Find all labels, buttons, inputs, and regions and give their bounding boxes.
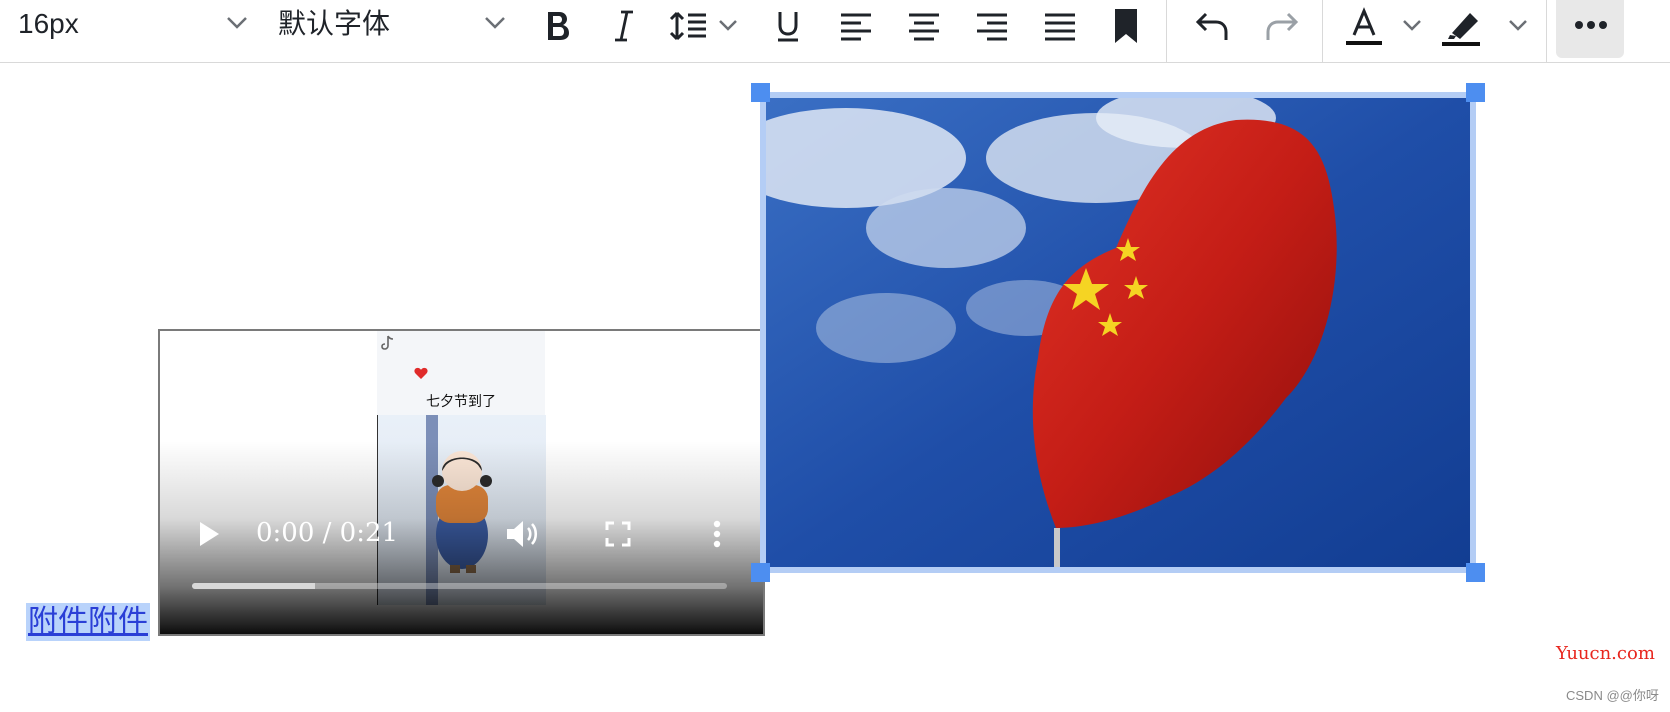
heart-icon [414,367,428,379]
resize-handle-top-left[interactable] [751,83,770,102]
undo-button[interactable] [1186,2,1238,50]
volume-icon[interactable] [505,519,541,549]
video-caption: 七夕节到了 [426,393,496,409]
editor-content[interactable]: 附件附件 七夕节到了 0:00 / 0:21 Yuucn.com CSDN @@… [0,63,1670,712]
video-time: 0:00 / 0:21 [256,518,399,548]
video-controls-gradient [160,441,763,634]
italic-icon [615,10,633,42]
font-size-value: 16px [18,8,79,39]
resize-handle-bottom-left[interactable] [751,563,770,582]
undo-icon [1195,12,1228,40]
italic-button[interactable] [600,2,648,50]
bookmark-button[interactable] [1102,2,1150,50]
redo-icon [1266,12,1299,40]
video-player[interactable]: 七夕节到了 0:00 / 0:21 [158,329,765,636]
more-button[interactable] [1556,0,1624,58]
bold-icon [548,12,569,40]
bookmark-icon [1115,9,1137,43]
align-left-button[interactable] [832,2,880,50]
font-color-icon [1346,7,1421,45]
font-family-select[interactable]: 默认字体 [268,0,513,52]
watermark-credit: CSDN @@你呀 [1566,688,1659,703]
align-justify-icon [1045,13,1075,41]
selected-image[interactable] [760,92,1476,573]
play-icon[interactable] [198,521,220,547]
align-left-icon [841,13,871,41]
font-family-value: 默认字体 [278,8,391,39]
attachment-link[interactable]: 附件附件 [26,603,150,641]
align-center-button[interactable] [900,2,948,50]
underline-button[interactable] [764,2,812,50]
video-progress-bar[interactable] [192,583,727,589]
toolbar-divider [1546,0,1547,62]
justify-button[interactable] [1036,2,1084,50]
line-height-icon [669,11,737,41]
underline-icon [778,12,798,42]
resize-handle-bottom-right[interactable] [1466,563,1485,582]
font-size-select[interactable]: 16px [0,0,255,52]
align-center-icon [909,13,939,41]
bold-button[interactable] [534,2,582,50]
toolbar-divider [1322,0,1323,62]
red-flag-photo [766,98,1470,567]
watermark-site: Yuucn.com [1556,643,1655,664]
chevron-down-icon [485,17,505,29]
tiktok-logo-icon [381,335,394,350]
editor-toolbar: 16px 默认字体 [0,0,1670,63]
line-height-button[interactable] [668,2,744,50]
align-right-button[interactable] [968,2,1016,50]
align-right-icon [977,13,1007,41]
chevron-down-icon [227,17,247,29]
highlighter-icon [1442,13,1527,46]
toolbar-divider [1166,0,1167,62]
more-icon [1575,21,1607,29]
fullscreen-icon[interactable] [605,521,631,547]
video-progress-fill [192,583,316,589]
font-color-button[interactable] [1342,2,1422,52]
highlight-color-button[interactable] [1440,2,1528,52]
redo-button[interactable] [1256,2,1308,50]
resize-handle-top-right[interactable] [1466,83,1485,102]
more-vertical-icon[interactable] [713,520,721,548]
